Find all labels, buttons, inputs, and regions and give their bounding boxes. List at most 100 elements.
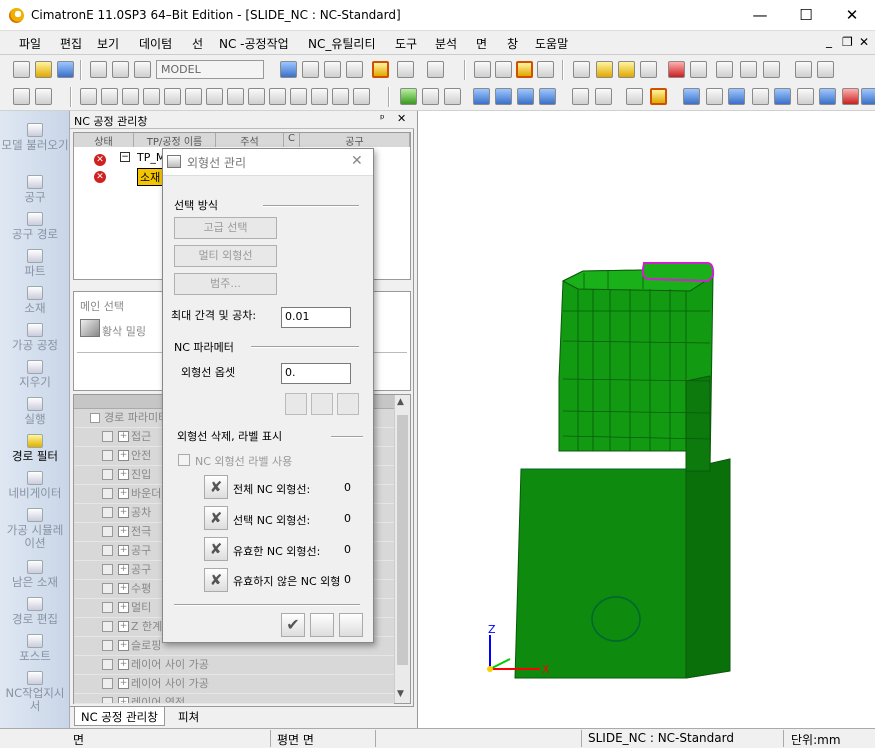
collapse-icon[interactable]: − [120, 152, 130, 162]
arc-icon[interactable] [122, 88, 139, 105]
ucs-rotate-icon[interactable] [517, 88, 534, 105]
menu-help[interactable]: 도움말 [535, 35, 568, 52]
delete-valid-icon[interactable]: ✘ [204, 537, 228, 561]
expand-icon[interactable]: + [118, 488, 129, 499]
list-icon[interactable] [285, 393, 307, 415]
gap-tolerance-input[interactable]: 0.01 [281, 307, 351, 328]
mdi-close-button[interactable]: ✕ [859, 35, 869, 49]
wizard-navigator[interactable]: 네비게이터 [0, 471, 70, 500]
wizard-tool[interactable]: 공구 [0, 175, 70, 204]
box-icon[interactable] [311, 88, 328, 105]
xyz-icon[interactable] [332, 88, 349, 105]
advanced-select-button[interactable]: 고급 선택 [174, 217, 277, 239]
contour-icon[interactable] [595, 88, 612, 105]
expand-icon[interactable]: + [118, 564, 129, 575]
next-view-icon[interactable] [690, 61, 707, 78]
scroll-up-icon[interactable]: ▲ [397, 397, 404, 407]
tree-item-stock[interactable]: 소재 [137, 168, 164, 186]
export-icon[interactable] [337, 393, 359, 415]
filter-icon[interactable] [573, 61, 590, 78]
column-status[interactable]: 상태 [74, 133, 134, 148]
copy-icon[interactable] [795, 61, 812, 78]
filter-select-icon[interactable] [706, 88, 723, 105]
expand-icon[interactable]: + [118, 526, 129, 537]
point-icon[interactable] [290, 88, 307, 105]
expand-icon[interactable]: + [118, 621, 129, 632]
view-box-icon[interactable] [397, 61, 414, 78]
zoom-icon[interactable] [324, 61, 341, 78]
dropdown-icon[interactable] [774, 88, 791, 105]
wizard-post[interactable]: 포스트 [0, 634, 70, 663]
model-select[interactable]: MODEL [156, 60, 264, 79]
scroll-down-icon[interactable]: ▼ [397, 689, 404, 699]
column-tool[interactable]: 공구 [300, 133, 410, 148]
wizard-toolpath[interactable]: 공구 경로 [0, 212, 70, 241]
range-button[interactable]: 범주... [174, 273, 277, 295]
layer-icon[interactable] [740, 61, 757, 78]
light-on-icon[interactable] [618, 61, 635, 78]
tree-row[interactable]: + 레이어 사이 가공 [74, 656, 394, 675]
pin-icon[interactable]: ᵖ [380, 112, 385, 125]
stop-icon[interactable] [842, 88, 859, 105]
column-c[interactable]: C [284, 133, 300, 147]
spline-icon[interactable] [164, 88, 181, 105]
snap-icon[interactable] [752, 88, 769, 105]
circle-icon[interactable] [143, 88, 160, 105]
wizard-path-edit[interactable]: 경로 편집 [0, 597, 70, 626]
menu-nc-process[interactable]: NC -공정작업 [219, 35, 289, 52]
polyline-icon[interactable] [101, 88, 118, 105]
open-file-icon[interactable] [35, 61, 52, 78]
tree-row[interactable]: + 레이어 사이 가공 [74, 675, 394, 694]
menu-datum[interactable]: 데이텀 [139, 35, 172, 52]
selected-contour[interactable] [641, 262, 715, 283]
menu-view[interactable]: 보기 [97, 35, 119, 52]
expand-icon[interactable]: + [118, 469, 129, 480]
collapse-icon[interactable] [90, 413, 100, 423]
mdi-restore-button[interactable]: ❐ [842, 35, 853, 49]
menu-nc-utility[interactable]: NC_유틸리티 [308, 35, 376, 52]
pan-icon[interactable] [346, 61, 363, 78]
wizard-procedure[interactable]: 가공 공정 [0, 323, 70, 352]
wizard-part[interactable]: 파트 [0, 249, 70, 278]
hidden-line-icon[interactable] [495, 61, 512, 78]
wizard-run[interactable]: 실행 [0, 397, 70, 426]
grid-icon[interactable] [797, 88, 814, 105]
mdi-minimize-button[interactable]: _ [826, 34, 832, 48]
wizard-remaining-stock[interactable]: 남은 소재 [0, 560, 70, 589]
exit-icon[interactable] [339, 613, 363, 637]
project-icon[interactable] [353, 88, 370, 105]
panel-close-icon[interactable]: ✕ [397, 112, 406, 125]
hide-icon[interactable] [134, 61, 151, 78]
maximize-button[interactable]: ☐ [783, 0, 829, 31]
pick-icon[interactable] [35, 88, 52, 105]
shade-icon[interactable] [112, 61, 129, 78]
view-mode-icon[interactable] [427, 61, 444, 78]
axis-icon[interactable] [473, 88, 490, 105]
column-tp-name[interactable]: TP/공정 이름 [134, 133, 216, 148]
wizard-simulation[interactable]: 가공 시뮬레이션 [0, 508, 70, 550]
dropdown-icon[interactable] [819, 88, 836, 105]
ucs-move-icon[interactable] [539, 88, 556, 105]
zoom-window-icon[interactable] [302, 61, 319, 78]
menu-curve[interactable]: 선 [192, 35, 203, 52]
wireframe-icon[interactable] [474, 61, 491, 78]
menu-analysis[interactable]: 분석 [435, 35, 457, 52]
expand-icon[interactable]: + [118, 545, 129, 556]
properties-icon[interactable] [763, 61, 780, 78]
apply-icon[interactable] [310, 613, 334, 637]
expand-icon[interactable]: + [118, 640, 129, 651]
dialog-close-button[interactable]: ✕ [351, 153, 363, 169]
rectangle-icon[interactable] [185, 88, 202, 105]
expand-icon[interactable]: + [118, 697, 129, 703]
tab-feature[interactable]: 피쳐 [172, 707, 205, 726]
menu-face[interactable]: 면 [476, 35, 487, 52]
expand-icon[interactable]: + [118, 602, 129, 613]
new-file-icon[interactable] [13, 61, 30, 78]
sketch-icon[interactable] [572, 88, 589, 105]
line-icon[interactable] [80, 88, 97, 105]
expand-icon[interactable]: + [118, 450, 129, 461]
minimize-button[interactable]: — [737, 0, 783, 31]
menu-tools[interactable]: 도구 [395, 35, 417, 52]
trim-icon[interactable] [206, 88, 223, 105]
contour-offset-input[interactable]: 0. [281, 363, 351, 384]
